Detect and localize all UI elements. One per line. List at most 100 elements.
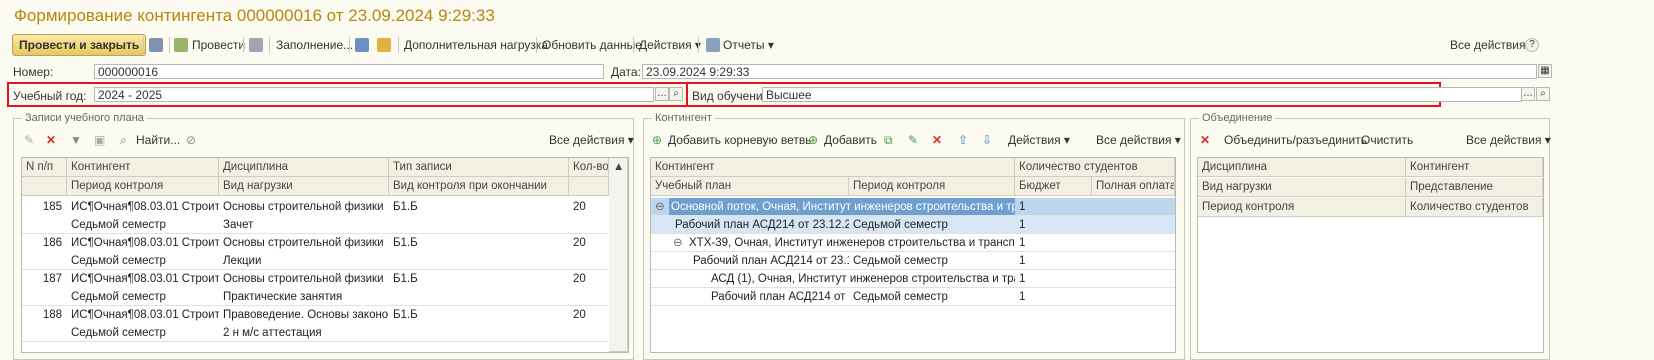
merge-header-representation[interactable]: Представление [1406, 178, 1543, 197]
row-load-type: Практические занятия [223, 291, 343, 303]
delete-icon[interactable]: ✕ [46, 129, 56, 151]
row-load-type: 2 н м/с аттестация [223, 327, 322, 339]
delete-icon[interactable]: ✕ [1200, 129, 1210, 151]
left-all-actions-menu[interactable]: Все действия ▾ [549, 129, 634, 151]
filter-icon[interactable]: ▼ [70, 129, 82, 151]
document-icon[interactable] [355, 38, 369, 52]
tree-row-name: Основной поток, Очная, Институт инженеро… [669, 198, 1015, 216]
right-all-actions-menu[interactable]: Все действия ▾ [1466, 129, 1551, 151]
contingent-tree-table[interactable]: Контингент Количество студентов Учебный пл… [650, 157, 1176, 353]
left-header-bottom-1[interactable]: Период контроля [67, 177, 219, 196]
move-down-icon[interactable]: ⇩ [982, 129, 992, 151]
date-field[interactable]: 23.09.2024 9:29:33 [642, 64, 1537, 79]
left-header-top-0[interactable]: N п/п [22, 158, 67, 177]
search-icon[interactable]: ⌕ [669, 87, 683, 101]
middle-actions-menu[interactable]: Действия ▾ [1008, 129, 1070, 151]
select-ellipsis-icon[interactable]: … [655, 87, 669, 101]
clear-button[interactable]: Очистить [1361, 129, 1413, 151]
tree-row-name: ХТХ-39, Очная, Институт инженеров строит… [689, 237, 1015, 249]
search-icon[interactable]: ⌕ [1536, 87, 1550, 101]
add-root-icon: ⊕ [652, 133, 663, 147]
year-label: Учебный год: [13, 89, 87, 103]
number-field[interactable]: 000000016 [94, 64, 604, 79]
toolbar-separator [398, 37, 399, 53]
row-record-type: Б1.Б [393, 201, 418, 213]
find-clear-icon[interactable]: ⊘ [186, 129, 196, 151]
left-scrollbar[interactable]: ▲ [609, 158, 628, 352]
curriculum-records-table[interactable]: N п/п Контингент Дисциплина Тип записи Кол-в… [21, 157, 629, 353]
tree-row-budget: 1 [1019, 255, 1026, 267]
mid-header-contingent[interactable]: Контингент [651, 158, 1015, 177]
add-root-branch-button[interactable]: Добавить корневую ветвь [668, 129, 811, 151]
settings-icon[interactable] [249, 38, 263, 52]
fill-button[interactable]: Заполнение... [276, 34, 353, 56]
mid-header-bottom-1[interactable]: Период контроля [849, 177, 1015, 196]
row-contingent: ИС¶Очная¶08.03.01 Строите... [71, 309, 219, 321]
row-discipline: Основы строительной физики [223, 273, 384, 285]
help-icon[interactable]: ? [1525, 38, 1539, 52]
row-record-type: Б1.Б [393, 309, 418, 321]
left-header-top-2[interactable]: Дисциплина [219, 158, 389, 177]
tree-row-budget: 1 [1019, 219, 1026, 231]
merge-split-button[interactable]: Объединить/разъединить [1224, 129, 1367, 151]
additional-load-button[interactable]: Дополнительная нагрузка [404, 34, 548, 56]
left-header-bottom-3[interactable]: Вид контроля при окончании [389, 177, 569, 196]
copy-icon[interactable]: ⧉ [884, 129, 893, 151]
row-discipline: Основы строительной физики [223, 237, 384, 249]
tree-row-full-payment [1092, 216, 1175, 234]
left-header-bottom-4[interactable] [569, 177, 609, 196]
tree-row-budget: 1 [1019, 237, 1026, 249]
add-icon: ⊕ [808, 133, 819, 147]
tree-row-budget: 1 [1019, 273, 1026, 285]
merge-header-load-type[interactable]: Вид нагрузки [1198, 178, 1406, 197]
post-button[interactable]: Провести [192, 34, 245, 56]
merge-header-discipline[interactable]: Дисциплина [1198, 158, 1406, 177]
tree-row-full-payment [1092, 288, 1175, 306]
merge-header-contingent[interactable]: Контингент [1406, 158, 1543, 177]
merge-header-control-period[interactable]: Период контроля [1198, 198, 1406, 217]
calendar-icon[interactable]: ▦ [1538, 64, 1552, 78]
toolbar-separator [536, 37, 537, 53]
edit-icon[interactable]: ✎ [24, 129, 34, 151]
find-button[interactable]: Найти... [136, 129, 180, 151]
year-field[interactable]: 2024 - 2025 [94, 87, 654, 102]
row-control-period: Седьмой семестр [71, 255, 166, 267]
envelope-icon[interactable] [377, 38, 391, 52]
merge-header-student-count[interactable]: Количество студентов [1406, 198, 1543, 217]
study-type-field[interactable]: Высшее [762, 87, 1522, 102]
toolbar-separator [169, 37, 170, 53]
edit-icon[interactable]: ✎ [908, 129, 918, 151]
window-title: Формирование контингента 000000016 от 23… [14, 6, 495, 25]
actions-menu[interactable]: Действия ▾ [639, 34, 701, 56]
tree-row-budget: 1 [1019, 201, 1026, 213]
mid-header-bottom-2[interactable]: Бюджет [1015, 177, 1092, 196]
contingent-title: Контингент [652, 112, 715, 124]
post-and-close-button[interactable]: Провести и закрыть [12, 34, 147, 56]
reports-menu[interactable]: Отчеты ▾ [723, 34, 774, 56]
row-control-period: Седьмой семестр [71, 327, 166, 339]
all-actions-menu[interactable]: Все действия ▾ [1450, 34, 1535, 56]
left-header-top-4[interactable]: Кол-во [569, 158, 609, 177]
save-icon[interactable] [149, 38, 163, 52]
left-header-bottom-0[interactable] [22, 177, 67, 196]
select-ellipsis-icon[interactable]: … [1521, 87, 1535, 101]
mid-header-bottom-3[interactable]: Полная оплата [1092, 177, 1175, 196]
study-type-label: Вид обучения: [692, 89, 773, 103]
move-up-icon[interactable]: ⇧ [958, 129, 968, 151]
left-header-top-3[interactable]: Тип записи [389, 158, 569, 177]
date-label: Дата: [611, 65, 641, 79]
add-button[interactable]: Добавить [824, 129, 877, 151]
refresh-data-button[interactable]: Обновить данные [542, 34, 642, 56]
mid-header-bottom-0[interactable]: Учебный план [651, 177, 849, 196]
mid-header-student-count[interactable]: Количество студентов [1015, 158, 1175, 177]
toolbar-separator [698, 37, 699, 53]
reports-icon [706, 38, 720, 52]
row-number: 187 [42, 273, 62, 285]
left-header-top-1[interactable]: Контингент [67, 158, 219, 177]
filter-clear-icon[interactable]: ▣ [94, 129, 105, 151]
delete-icon[interactable]: ✕ [932, 129, 942, 151]
merge-table[interactable]: Дисциплина Контингент Вид нагрузки Предс… [1197, 157, 1544, 353]
left-header-bottom-2[interactable]: Вид нагрузки [219, 177, 389, 196]
tree-row-full-payment [1092, 252, 1175, 270]
middle-all-actions-menu[interactable]: Все действия ▾ [1096, 129, 1181, 151]
